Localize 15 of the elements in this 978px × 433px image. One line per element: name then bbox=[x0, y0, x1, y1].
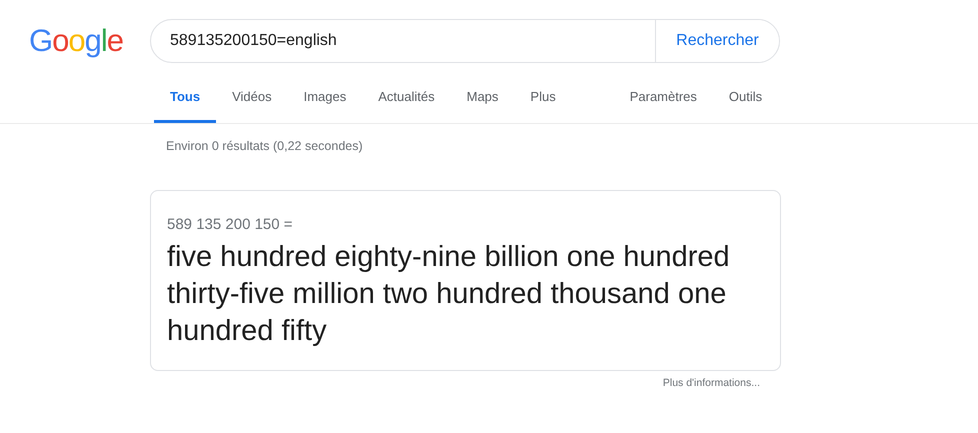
tab[interactable]: Maps bbox=[450, 86, 514, 123]
result-text: five hundred eighty-nine billion one hundred thirty-five million two hundred thousand one hundred fifty bbox=[167, 240, 731, 349]
logo[interactable]: Google bbox=[29, 23, 121, 59]
tool-link[interactable]: Paramètres bbox=[614, 86, 713, 123]
search-field[interactable]: 589135200150=english Rechercher bbox=[150, 19, 780, 63]
search-button[interactable]: Rechercher bbox=[655, 20, 779, 62]
tab[interactable]: Plus bbox=[514, 86, 572, 123]
result-stats: Environ 0 résultats (0,22 secondes) bbox=[166, 138, 364, 154]
more-info-link[interactable]: Plus d'informations... bbox=[662, 377, 760, 389]
tool-link[interactable]: Outils bbox=[712, 86, 778, 123]
tab[interactable]: Tous bbox=[154, 86, 216, 123]
tab[interactable]: Vidéos bbox=[216, 86, 288, 123]
tab[interactable]: Images bbox=[288, 86, 362, 123]
tab[interactable]: Actualités bbox=[362, 86, 451, 123]
expression-text: 589 135 200 150 = bbox=[167, 215, 294, 235]
